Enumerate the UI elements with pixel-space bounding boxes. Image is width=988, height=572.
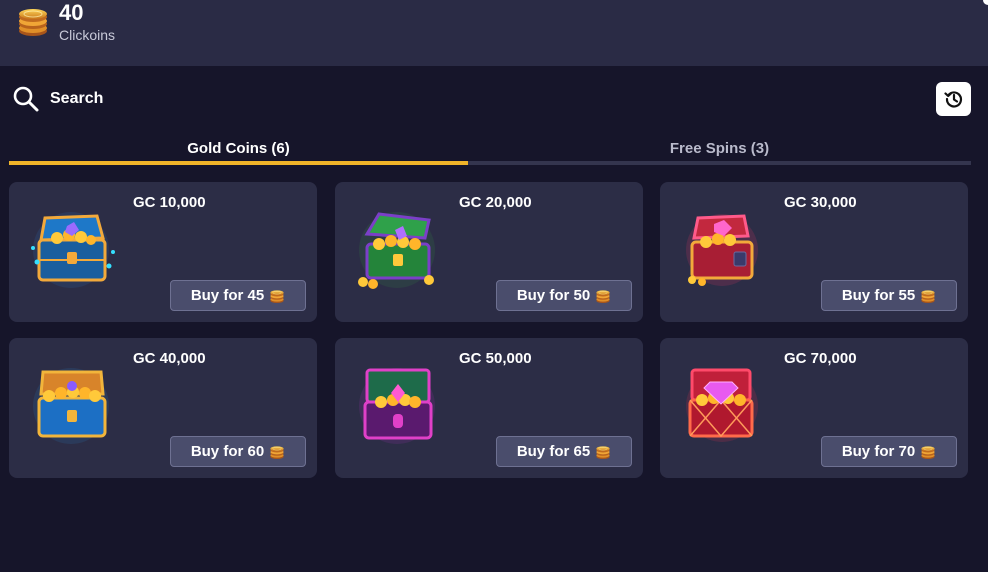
purple-treasure-chest-icon	[359, 368, 435, 444]
package-title: GC 30,000	[784, 194, 857, 211]
diamond-treasure-chest-icon	[686, 368, 758, 442]
buy-label: Buy for 70	[841, 443, 916, 460]
history-button[interactable]	[936, 82, 971, 116]
package-card: GC 10,000 Buy for 45	[9, 182, 317, 322]
balance-value: 40	[59, 0, 84, 25]
buy-label: Buy for 55	[841, 287, 916, 304]
buy-button[interactable]: Buy for 45	[170, 280, 306, 311]
package-card: GC 20,000 Buy for 50	[335, 182, 643, 322]
coin-stack-icon	[595, 444, 611, 460]
corner-dot	[983, 0, 988, 5]
coin-stack-icon	[920, 288, 936, 304]
red-treasure-chest-icon	[686, 214, 758, 286]
buy-button[interactable]: Buy for 60	[170, 436, 306, 467]
coin-stack-icon	[16, 4, 50, 38]
package-title: GC 50,000	[459, 350, 532, 367]
buy-button[interactable]: Buy for 55	[821, 280, 957, 311]
tab-free-spins[interactable]: Free Spins (3)	[468, 134, 971, 162]
history-icon	[943, 91, 962, 108]
buy-button[interactable]: Buy for 70	[821, 436, 957, 467]
coin-stack-icon	[920, 444, 936, 460]
coin-stack-icon	[595, 288, 611, 304]
buy-label: Buy for 65	[516, 443, 591, 460]
balance-unit: Clickoins	[59, 27, 116, 43]
package-title: GC 20,000	[459, 194, 532, 211]
blue-gold-treasure-chest-icon	[33, 368, 109, 444]
tab-active-indicator	[9, 161, 468, 165]
buy-label: Buy for 60	[190, 443, 265, 460]
search-button[interactable]: Search	[12, 84, 103, 114]
package-card: GC 30,000 Buy for 55	[660, 182, 968, 322]
package-title: GC 10,000	[133, 194, 206, 211]
buy-label: Buy for 50	[516, 287, 591, 304]
balance-header: 40 Clickoins	[0, 0, 988, 66]
package-card: GC 50,000 Buy for 65	[335, 338, 643, 478]
search-icon	[13, 86, 39, 112]
package-card: GC 70,000 Buy for 70	[660, 338, 968, 478]
coin-stack-icon	[269, 444, 285, 460]
blue-treasure-chest-icon	[31, 212, 115, 288]
buy-button[interactable]: Buy for 65	[496, 436, 632, 467]
search-label: Search	[50, 90, 104, 107]
buy-label: Buy for 45	[190, 287, 265, 304]
buy-button[interactable]: Buy for 50	[496, 280, 632, 311]
package-title: GC 40,000	[133, 350, 206, 367]
coin-stack-icon	[269, 288, 285, 304]
package-card: GC 40,000 Buy for 60	[9, 338, 317, 478]
tab-gold-coins[interactable]: Gold Coins (6)	[9, 134, 468, 162]
green-treasure-chest-icon	[358, 212, 435, 289]
package-title: GC 70,000	[784, 350, 857, 367]
